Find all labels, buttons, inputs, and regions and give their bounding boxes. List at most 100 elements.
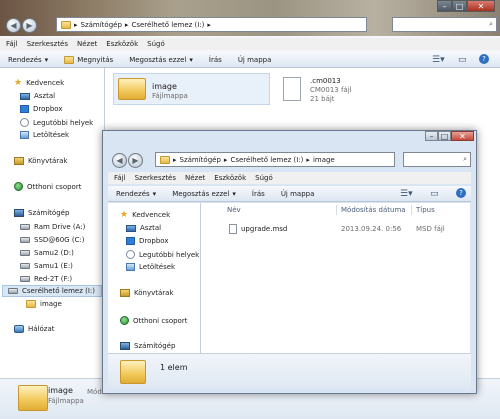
menu-help[interactable]: Súgó bbox=[147, 40, 165, 48]
nav-label: Ram Drive (A:) bbox=[34, 223, 86, 231]
burn-label: Írás bbox=[208, 55, 222, 64]
breadcrumb-item[interactable]: image bbox=[313, 156, 335, 164]
view-options-icon[interactable]: ☰▾ bbox=[400, 189, 413, 199]
column-divider bbox=[411, 205, 412, 215]
breadcrumb-item[interactable]: Számítógép bbox=[81, 21, 122, 29]
nav-label: Cserélhető lemez (I:) bbox=[22, 287, 95, 295]
nav-libraries[interactable]: Könyvtárak bbox=[14, 157, 68, 165]
nav-downloads[interactable]: Letöltések bbox=[126, 263, 175, 271]
item-cm0013-file[interactable]: .cm0013 CM0013 fájl 21 bájt bbox=[280, 73, 400, 105]
breadcrumb-sep-icon: ▸ bbox=[173, 155, 177, 164]
drive-icon bbox=[20, 224, 30, 230]
nav-recent[interactable]: Legutóbbi helyek bbox=[20, 118, 93, 127]
breadcrumb-sep-icon: ▸ bbox=[223, 155, 228, 164]
folder-icon bbox=[118, 78, 146, 100]
nav-downloads[interactable]: Letöltések bbox=[20, 131, 69, 139]
back-button[interactable]: ◀ bbox=[112, 153, 127, 168]
close-button[interactable]: ✕ bbox=[451, 131, 474, 141]
burn-label: Írás bbox=[251, 189, 265, 198]
front-menu-bar: Fájl Szerkesztés Nézet Eszközök Súgó bbox=[108, 172, 471, 184]
new-folder-button[interactable]: Új mappa bbox=[273, 190, 323, 198]
breadcrumb-sep-icon: ▸ bbox=[306, 155, 310, 164]
preview-pane-icon[interactable]: ▭ bbox=[430, 189, 439, 199]
open-folder-icon bbox=[64, 55, 75, 64]
maximize-button[interactable]: □ bbox=[438, 131, 451, 141]
forward-button[interactable]: ▶ bbox=[128, 153, 143, 168]
nav-drive-d[interactable]: Samu2 (D:) bbox=[20, 249, 74, 257]
menu-tools[interactable]: Eszközök bbox=[214, 174, 246, 182]
drive-icon bbox=[20, 263, 30, 269]
nav-libraries[interactable]: Könyvtárak bbox=[120, 289, 174, 297]
file-icon bbox=[283, 77, 301, 101]
menu-file[interactable]: Fájl bbox=[114, 174, 126, 182]
nav-dropbox[interactable]: Dropbox bbox=[20, 105, 63, 113]
search-input[interactable]: ⌕ bbox=[392, 17, 497, 32]
nav-drive-e[interactable]: Samu1 (E:) bbox=[20, 262, 73, 270]
nav-favorites[interactable]: ★ Kedvencek bbox=[120, 211, 170, 220]
forward-button[interactable]: ▶ bbox=[22, 18, 37, 33]
menu-view[interactable]: Nézet bbox=[77, 40, 97, 48]
address-bar[interactable]: ▸ Számítógép ▸ Cserélhető lemez (I:) ▸ i… bbox=[155, 152, 395, 167]
search-input[interactable]: ⌕ bbox=[403, 152, 471, 167]
nav-drive-a[interactable]: Ram Drive (A:) bbox=[20, 223, 85, 231]
nav-drive-c[interactable]: SSD@60G (C:) bbox=[20, 236, 85, 244]
nav-label: Asztal bbox=[140, 224, 162, 232]
maximize-button[interactable]: □ bbox=[452, 0, 467, 12]
back-button[interactable]: ◀ bbox=[6, 18, 21, 33]
nav-drive-f[interactable]: Red-2T (F:) bbox=[20, 275, 72, 283]
menu-file[interactable]: Fájl bbox=[6, 40, 18, 48]
menu-tools[interactable]: Eszközök bbox=[106, 40, 138, 48]
minimize-button[interactable]: – bbox=[425, 131, 438, 141]
homegroup-icon bbox=[14, 182, 23, 191]
view-options-icon[interactable]: ☰▾ bbox=[432, 55, 445, 65]
column-name[interactable]: Név bbox=[227, 203, 241, 216]
nav-homegroup[interactable]: Otthoni csoport bbox=[120, 316, 187, 325]
organize-button[interactable]: Rendezés ▾ bbox=[0, 56, 56, 64]
nav-image-folder[interactable]: image bbox=[26, 300, 62, 308]
folder-icon bbox=[18, 385, 48, 411]
minimize-button[interactable]: – bbox=[437, 0, 452, 12]
new-folder-button[interactable]: Új mappa bbox=[230, 56, 280, 64]
nav-label: Könyvtárak bbox=[28, 157, 68, 165]
nav-computer[interactable]: Számítógép bbox=[120, 342, 175, 350]
burn-button[interactable]: Írás bbox=[244, 190, 273, 198]
breadcrumb-item[interactable]: Számítógép bbox=[180, 156, 221, 164]
nav-recent[interactable]: Legutóbbi helyek bbox=[126, 250, 199, 259]
nav-label: Számítógép bbox=[134, 342, 176, 350]
organize-button[interactable]: Rendezés ▾ bbox=[108, 190, 164, 198]
computer-icon bbox=[120, 342, 130, 350]
nav-favorites[interactable]: ★ Kedvencek bbox=[14, 79, 65, 88]
nav-desktop[interactable]: Asztal bbox=[20, 92, 55, 100]
help-icon[interactable]: ? bbox=[456, 188, 466, 198]
network-icon bbox=[14, 325, 24, 333]
folder-icon bbox=[120, 360, 146, 384]
open-button[interactable]: Megnyitás bbox=[56, 55, 121, 64]
breadcrumb-item[interactable]: Cserélhető lemez (I:) bbox=[230, 156, 303, 164]
help-icon[interactable]: ? bbox=[479, 54, 489, 64]
file-row[interactable]: upgrade.msd 2013.09.24. 0:56 MSD fájl bbox=[225, 223, 465, 235]
nav-label: Kedvencek bbox=[26, 79, 65, 87]
item-image-folder[interactable]: image Fájlmappa bbox=[113, 73, 270, 105]
column-type[interactable]: Típus bbox=[416, 203, 435, 216]
menu-edit[interactable]: Szerkesztés bbox=[27, 40, 68, 48]
menu-view[interactable]: Nézet bbox=[185, 174, 205, 182]
nav-label: Letöltések bbox=[33, 131, 70, 139]
menu-edit[interactable]: Szerkesztés bbox=[135, 174, 176, 182]
nav-dropbox[interactable]: Dropbox bbox=[126, 237, 169, 245]
nav-network[interactable]: Hálózat bbox=[14, 325, 55, 333]
nav-label: Otthoni csoport bbox=[133, 316, 188, 325]
column-modified[interactable]: Módosítás dátuma bbox=[341, 203, 406, 216]
share-button[interactable]: Megosztás ezzel ▾ bbox=[164, 190, 244, 198]
nav-homegroup[interactable]: Otthoni csoport bbox=[14, 182, 81, 191]
close-button[interactable]: ✕ bbox=[467, 0, 495, 12]
breadcrumb-item[interactable]: Cserélhető lemez (I:) bbox=[131, 21, 204, 29]
nav-drive-i[interactable]: Cserélhető lemez (I:) bbox=[8, 287, 95, 295]
share-button[interactable]: Megosztás ezzel ▾ bbox=[121, 56, 201, 64]
menu-help[interactable]: Súgó bbox=[255, 174, 273, 182]
nav-computer[interactable]: Számítógép bbox=[14, 209, 69, 217]
address-bar[interactable]: ▸ Számítógép ▸ Cserélhető lemez (I:) ▸ bbox=[56, 17, 367, 32]
recent-places-icon bbox=[20, 118, 29, 127]
preview-pane-icon[interactable]: ▭ bbox=[458, 55, 467, 65]
nav-desktop[interactable]: Asztal bbox=[126, 224, 161, 232]
burn-button[interactable]: Írás bbox=[201, 56, 230, 64]
